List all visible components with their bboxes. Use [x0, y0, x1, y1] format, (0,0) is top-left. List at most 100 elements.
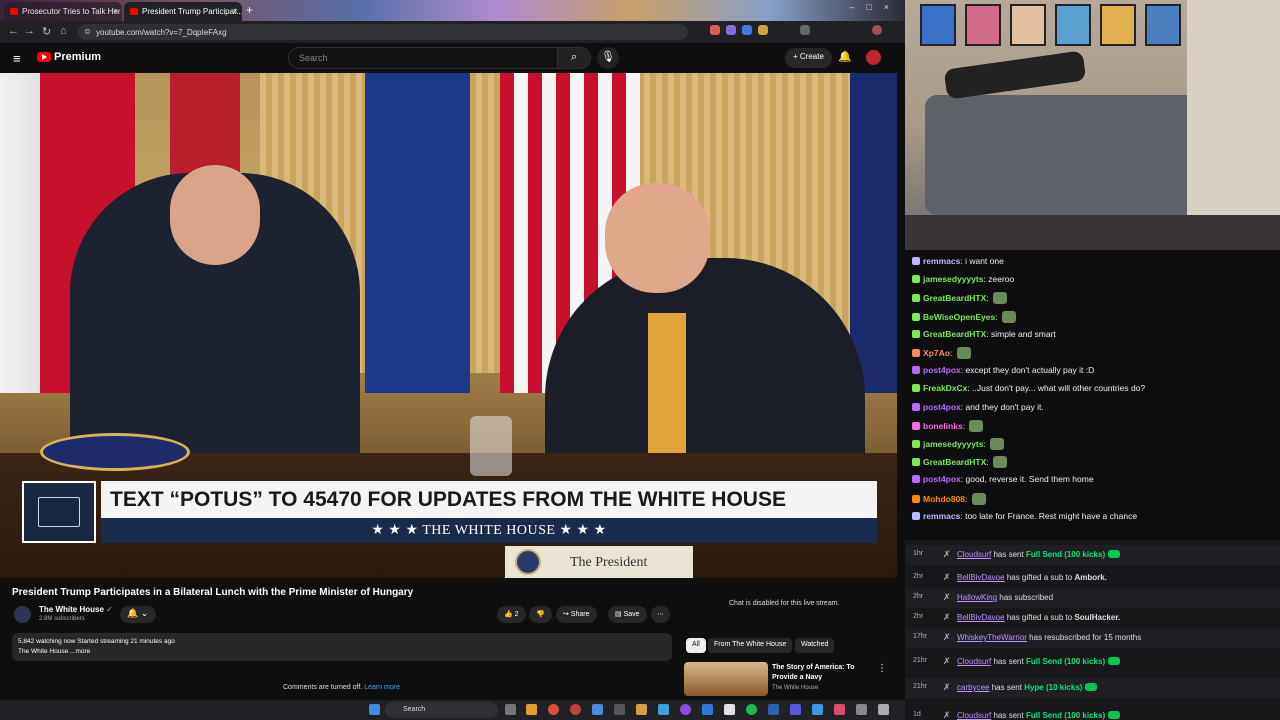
app-icon[interactable] — [856, 704, 867, 715]
create-button[interactable]: + Create — [785, 48, 832, 68]
app-icon[interactable] — [636, 704, 647, 715]
reload-icon[interactable]: ↻ — [42, 25, 51, 38]
chip-from-the-white-house[interactable]: From The White House — [708, 638, 793, 653]
app-icon[interactable] — [658, 704, 669, 715]
notifications-bell-icon[interactable]: 🔔 — [838, 50, 852, 63]
extensions-puzzle-icon[interactable] — [800, 25, 810, 35]
extension-icon[interactable] — [726, 25, 736, 35]
description-box[interactable]: 5,842 watching now Started streaming 21 … — [12, 633, 672, 661]
app-icon[interactable] — [878, 704, 889, 715]
dismiss-icon[interactable]: ✗ — [943, 612, 951, 623]
voice-search-button[interactable]: 🎙 — [597, 47, 619, 69]
channel-name[interactable]: The White House ✓ — [39, 605, 113, 614]
chat-username[interactable]: post4pox — [923, 402, 961, 412]
chat-username[interactable]: Mohdo808 — [923, 494, 965, 504]
activity-username[interactable]: Cloudsurf — [957, 711, 991, 720]
close-tab-icon[interactable]: × — [233, 6, 238, 16]
home-icon[interactable]: ⌂ — [60, 25, 67, 37]
word-icon[interactable] — [768, 704, 779, 715]
chat-username[interactable]: remmacs — [923, 256, 960, 266]
site-info-icon[interactable]: ⊜ — [84, 27, 91, 36]
recommendation-channel[interactable]: The White House — [772, 685, 818, 691]
activity-username[interactable]: HallowKing — [957, 593, 997, 602]
activity-username[interactable]: carbycee — [957, 683, 989, 692]
youtube-brand[interactable]: Premium — [54, 51, 101, 63]
chat-username[interactable]: GreatBeardHTX — [923, 457, 986, 467]
recommendation-title[interactable]: The Story of America: To Provide a Navy — [772, 663, 862, 683]
save-button[interactable]: ▤ Save — [608, 606, 647, 623]
app-icon[interactable] — [724, 704, 735, 715]
app-icon[interactable] — [614, 704, 625, 715]
chip-watched[interactable]: Watched — [795, 638, 835, 653]
app-icon[interactable] — [592, 704, 603, 715]
video-player[interactable]: TEXT “POTUS” TO 45470 FOR UPDATES FROM T… — [0, 73, 897, 578]
profile-icon[interactable] — [872, 25, 882, 35]
search-input[interactable]: Search — [288, 47, 558, 69]
chat-username[interactable]: BeWiseOpenEyes — [923, 312, 995, 322]
menu-icon[interactable]: ≡ — [13, 51, 21, 66]
task-view-icon[interactable] — [505, 704, 516, 715]
learn-more-link[interactable]: Learn more — [364, 684, 400, 691]
dismiss-icon[interactable]: ✗ — [943, 592, 951, 603]
app-icon[interactable] — [834, 704, 845, 715]
dismiss-icon[interactable]: ✗ — [943, 710, 951, 720]
new-tab-icon[interactable]: + — [246, 3, 253, 17]
file-explorer-icon[interactable] — [526, 704, 537, 715]
channel-avatar[interactable] — [14, 606, 31, 623]
activity-username[interactable]: BellBivDavoe — [957, 573, 1005, 582]
activity-recipient[interactable]: Ambork. — [1074, 573, 1106, 582]
address-bar[interactable]: ⊜ youtube.com/watch?v=7_DqpIeFAxg — [78, 24, 688, 40]
chat-username[interactable]: post4pox — [923, 474, 961, 484]
chat-username[interactable]: jamesedyyyyts — [923, 274, 984, 284]
activity-username[interactable]: Cloudsurf — [957, 550, 991, 559]
chat-username[interactable]: remmacs — [923, 511, 960, 521]
chat-username[interactable]: Xp7Ao — [923, 348, 950, 358]
chip-all[interactable]: All — [686, 638, 706, 653]
dismiss-icon[interactable]: ✗ — [943, 656, 951, 667]
description-more[interactable]: The White House ...more — [18, 647, 666, 657]
chat-username[interactable]: bonelinks — [923, 421, 963, 431]
chat-username[interactable]: GreatBeardHTX — [923, 329, 986, 339]
back-icon[interactable]: ← — [8, 25, 19, 37]
extension-icon[interactable] — [742, 25, 752, 35]
chat-username[interactable]: jamesedyyyyts — [923, 439, 984, 449]
app-icon[interactable] — [790, 704, 801, 715]
chat-username[interactable]: FreakDxCx — [923, 383, 967, 393]
extension-icon[interactable] — [758, 25, 768, 35]
more-actions-button[interactable]: ⋯ — [651, 606, 670, 623]
tab-president-trump[interactable]: President Trump Participat... × — [124, 2, 242, 21]
subscribed-bell-button[interactable]: 🔔 ⌄ — [120, 606, 156, 623]
activity-username[interactable]: WhiskeyTheWarrior — [957, 633, 1027, 642]
youtube-logo-icon[interactable] — [37, 52, 51, 62]
dismiss-icon[interactable]: ✗ — [943, 549, 951, 560]
activity-highlight: Hype (10 kicks) — [1024, 683, 1083, 692]
app-icon[interactable] — [680, 704, 691, 715]
share-button[interactable]: ↪ Share — [556, 606, 597, 623]
tab-prosecutor[interactable]: Prosecutor Tries to Talk Her W... × — [4, 2, 122, 21]
dismiss-icon[interactable]: ✗ — [943, 682, 951, 693]
app-icon[interactable] — [812, 704, 823, 715]
chrome-icon[interactable] — [548, 704, 559, 715]
dismiss-icon[interactable]: ✗ — [943, 632, 951, 643]
activity-recipient[interactable]: SoulHacker. — [1074, 613, 1120, 622]
chat-username[interactable]: post4pox — [923, 365, 961, 375]
recommendation-menu-icon[interactable]: ⋮ — [877, 663, 887, 674]
close-tab-icon[interactable]: × — [113, 6, 118, 16]
activity-username[interactable]: BellBivDavoe — [957, 613, 1005, 622]
dislike-button[interactable]: 👎 — [529, 606, 552, 623]
recommendation-thumbnail[interactable] — [684, 662, 768, 696]
app-icon[interactable] — [702, 704, 713, 715]
dismiss-icon[interactable]: ✗ — [943, 572, 951, 583]
spotify-icon[interactable] — [746, 704, 757, 715]
start-icon[interactable] — [369, 704, 380, 715]
chat-username[interactable]: GreatBeardHTX — [923, 293, 986, 303]
taskbar-search[interactable]: Search — [385, 702, 498, 718]
account-avatar[interactable] — [866, 50, 881, 65]
extension-icon[interactable] — [710, 25, 720, 35]
like-button[interactable]: 👍 2 — [497, 606, 526, 623]
activity-username[interactable]: Cloudsurf — [957, 657, 991, 666]
window-controls[interactable]: –□× — [849, 2, 901, 12]
forward-icon[interactable]: → — [24, 25, 35, 37]
browser-icon[interactable] — [570, 704, 581, 715]
search-button[interactable]: ⌕ — [557, 47, 591, 69]
